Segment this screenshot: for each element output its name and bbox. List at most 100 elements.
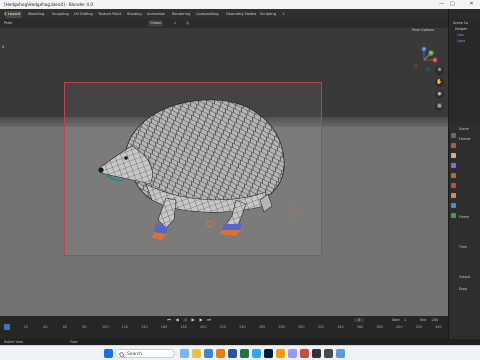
tab-sculpting[interactable]: Sculpting: [50, 11, 71, 18]
photoshop-icon[interactable]: [252, 349, 261, 358]
current-frame-field[interactable]: 0: [354, 317, 365, 322]
blender-app-icon[interactable]: [216, 349, 225, 358]
outliner-item[interactable]: Scene Co: [453, 21, 468, 25]
excel-icon[interactable]: [240, 349, 249, 358]
tab-uv-editing[interactable]: UV Editing: [72, 11, 95, 18]
outliner-item[interactable]: Hedgeh: [455, 27, 467, 31]
pan-hand-icon[interactable]: ✋: [435, 78, 444, 87]
outliner[interactable]: Scene Co Hedgeh Cam Light: [450, 19, 480, 79]
timeline-tick: 400: [396, 325, 403, 329]
search-placeholder: Search: [127, 352, 143, 357]
hedgehog-mesh[interactable]: [96, 88, 306, 248]
timeline-tick: 220: [219, 325, 227, 329]
y-axis-label: Y: [430, 51, 432, 55]
illustrator-icon[interactable]: [276, 349, 285, 358]
tool-props-icon[interactable]: [451, 133, 456, 138]
jump-start-icon[interactable]: ⏮: [166, 317, 172, 323]
tab-scripting[interactable]: Scripting: [258, 11, 278, 18]
close-button[interactable]: ✕: [466, 0, 477, 9]
timeline-tick: 200: [200, 325, 207, 329]
playhead[interactable]: [4, 324, 10, 330]
timeline-tick: 340: [337, 325, 344, 329]
timeline-tick: 320: [317, 325, 325, 329]
props-label: Output: [459, 275, 471, 279]
output-props-icon[interactable]: [451, 153, 456, 158]
app-icon[interactable]: [324, 349, 333, 358]
premiere-icon[interactable]: [264, 349, 273, 358]
tab-compositing[interactable]: Compositing: [194, 11, 221, 18]
timeline-tick: 360: [356, 325, 364, 329]
tab-animation[interactable]: Animation: [145, 11, 167, 18]
tab-rendering[interactable]: Rendering: [170, 11, 192, 18]
snap-icon[interactable]: ⌗: [172, 20, 178, 27]
timeline-tick: 280: [278, 325, 285, 329]
timeline-tick: 180: [180, 325, 187, 329]
props-label: Scene: [459, 127, 469, 131]
minimize-button[interactable]: —: [436, 0, 447, 9]
outliner-item[interactable]: Light: [457, 39, 465, 43]
eye: [124, 156, 128, 160]
next-keyframe-icon[interactable]: ▶: [198, 317, 204, 323]
props-label: Frame: [459, 215, 469, 219]
timeline-tick: 20: [23, 325, 28, 329]
viewport-header: Pixel Global ⌗ ◎: [0, 19, 448, 28]
workspace-tabs: ● Layout Modeling Sculpting UV Editing T…: [0, 9, 480, 19]
modifier-icon[interactable]: [451, 203, 456, 208]
navigation-gizmo[interactable]: Z X Y: [410, 46, 438, 74]
material-icon[interactable]: [451, 213, 456, 218]
z-axis-label: Z: [423, 47, 425, 51]
cursor-3d-icon[interactable]: [289, 207, 299, 217]
search-icon: [119, 351, 125, 358]
window-titlebar: [Hedgehog\Hedgehog.blend] - Blender 4.0 …: [0, 0, 480, 9]
transform-orientation-dropdown[interactable]: Global: [148, 20, 164, 27]
outliner-item[interactable]: Cam: [457, 33, 464, 37]
timeline[interactable]: ⏮ ◀ ◁ ▶ ▶ ⏭ 0 Start 1 End 250 0204060801…: [0, 316, 448, 339]
end-label: End: [420, 317, 427, 322]
start-label: Start: [392, 317, 400, 322]
prev-keyframe-icon[interactable]: ◀: [174, 317, 180, 323]
properties-editor[interactable]: Scene Format Frame Time Output Drpg: [450, 125, 480, 339]
acrobat-icon[interactable]: [300, 349, 309, 358]
tab-geometry-nodes[interactable]: Geometry Nodes: [224, 11, 258, 18]
unity-icon[interactable]: [312, 349, 321, 358]
after-effects-icon[interactable]: [288, 349, 297, 358]
3d-viewport[interactable]: x Pixel Options Z X Y ⊕ ✋ ◉ ▦: [0, 28, 448, 316]
timeline-tick: 420: [415, 325, 423, 329]
perspective-grid-icon[interactable]: ▦: [435, 102, 444, 111]
render-props-icon[interactable]: [451, 143, 456, 148]
word-icon[interactable]: [228, 349, 237, 358]
object-props-icon[interactable]: [451, 193, 456, 198]
timeline-tick: 40: [43, 325, 48, 329]
app-icon[interactable]: [336, 349, 345, 358]
right-sidebar: Scene Co Hedgeh Cam Light Scene Format F…: [448, 9, 480, 339]
pixel-options-button[interactable]: Pixel Options: [412, 28, 434, 32]
add-workspace-button[interactable]: +: [280, 11, 287, 18]
tab-shading[interactable]: Shading: [125, 11, 144, 18]
play-icon[interactable]: ▶: [190, 317, 196, 323]
windows-start-icon[interactable]: [104, 349, 113, 358]
end-frame-field[interactable]: 250: [432, 318, 438, 322]
tab-modeling[interactable]: Modeling: [26, 11, 46, 18]
maximize-button[interactable]: □: [447, 0, 458, 9]
x-axis-label: X: [434, 58, 436, 62]
file-explorer-icon[interactable]: [192, 349, 201, 358]
jump-end-icon[interactable]: ⏭: [206, 317, 212, 323]
start-frame-field[interactable]: 1: [404, 318, 406, 322]
proportional-editing-icon[interactable]: ◎: [184, 20, 191, 27]
timeline-tick: 240: [239, 325, 246, 329]
world-props-icon[interactable]: [451, 183, 456, 188]
props-label: Drpg: [459, 287, 467, 291]
camera-view-icon[interactable]: ◉: [435, 90, 444, 99]
taskbar: Search: [0, 345, 480, 360]
mode-selector[interactable]: Pixel: [2, 20, 14, 27]
taskbar-search[interactable]: Search: [115, 349, 175, 358]
scene-props-icon[interactable]: [451, 173, 456, 178]
tab-layout[interactable]: Layout: [6, 11, 23, 18]
tab-texture-paint[interactable]: Texture Paint: [96, 11, 123, 18]
task-view-icon[interactable]: [180, 349, 189, 358]
play-reverse-icon[interactable]: ◁: [182, 317, 188, 323]
view-layer-icon[interactable]: [451, 163, 456, 168]
zoom-icon[interactable]: ⊕: [435, 66, 444, 75]
timeline-tick: 260: [258, 325, 266, 329]
edge-icon[interactable]: [204, 349, 213, 358]
